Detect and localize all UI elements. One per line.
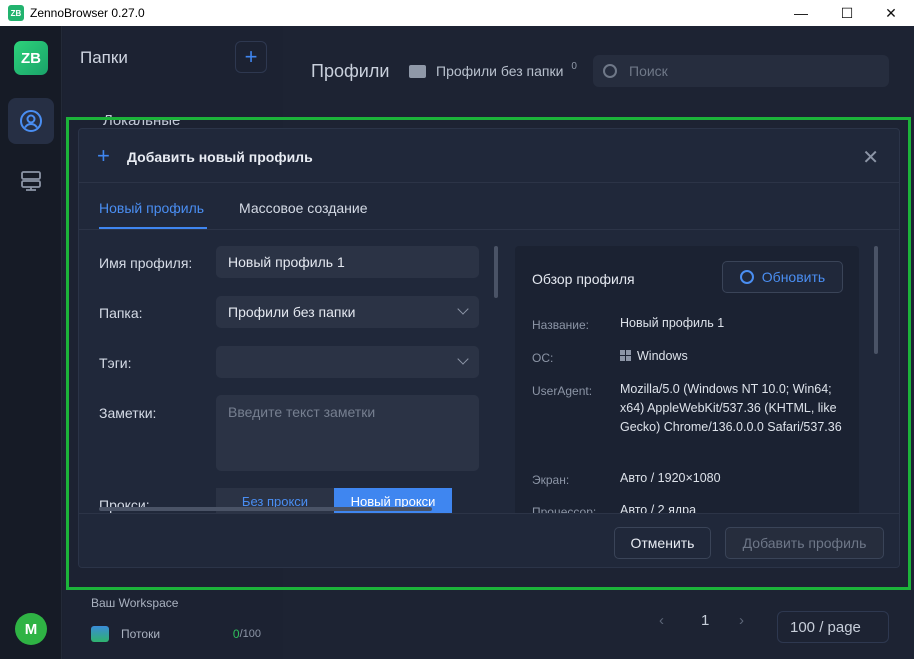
dialog-header: + Добавить новый профиль ✕ (79, 129, 899, 183)
tags-select[interactable] (216, 346, 479, 378)
search-placeholder: Поиск (629, 63, 668, 79)
window-titlebar: ZB ZennoBrowser 0.27.0 — ☐ ✕ (0, 0, 914, 26)
plus-icon: + (97, 143, 110, 168)
overview-value-os: Windows (620, 347, 850, 366)
current-folder[interactable]: Профили без папки 0 (409, 60, 577, 82)
overview-value-useragent: Mozilla/5.0 (Windows NT 10.0; Win64; x64… (620, 382, 842, 434)
os-value: Windows (637, 349, 688, 363)
folder-label: Папка: (99, 305, 143, 321)
page-prev-button[interactable]: ‹ (659, 612, 664, 629)
tab-new-profile[interactable]: Новый профиль (99, 200, 204, 216)
profile-name-field[interactable]: Новый профиль 1 (216, 246, 479, 278)
profile-overview-panel: Обзор профиля Обновить Название: Новый п… (515, 246, 859, 516)
chevron-down-icon (457, 353, 469, 365)
window-title: ZennoBrowser 0.27.0 (30, 6, 145, 20)
active-tab-indicator (99, 227, 207, 229)
page-next-button[interactable]: › (739, 612, 744, 629)
folder-icon (409, 64, 426, 78)
tags-label: Тэги: (99, 355, 132, 371)
overview-scrollbar[interactable] (874, 246, 878, 354)
left-rail: ZB M (0, 26, 62, 659)
dialog-title: Добавить новый профиль (127, 149, 313, 165)
folders-title: Папки (80, 48, 128, 67)
refresh-button[interactable]: Обновить (722, 261, 843, 293)
notes-label: Заметки: (99, 405, 157, 421)
zb-logo-icon[interactable]: ZB (14, 41, 48, 75)
app-logo-icon: ZB (8, 5, 24, 21)
proxy-nav-icon[interactable] (8, 158, 54, 204)
folder-select[interactable]: Профили без папки (216, 296, 479, 328)
profile-name-label: Имя профиля: (99, 255, 193, 271)
tab-bulk-create[interactable]: Массовое создание (239, 200, 367, 216)
add-folder-button[interactable]: + (235, 41, 267, 73)
cancel-button[interactable]: Отменить (614, 527, 711, 559)
page-size-value: 100 / page (790, 618, 861, 636)
profile-name-value: Новый профиль 1 (228, 254, 345, 270)
add-profile-dialog: + Добавить новый профиль ✕ Новый профиль… (78, 128, 900, 568)
overview-key-name: Название: (532, 318, 589, 332)
page-size-select[interactable]: 100 / page (777, 611, 889, 643)
add-profile-button[interactable]: Добавить профиль (725, 527, 884, 559)
overview-key-useragent: UserAgent: (532, 384, 593, 398)
overview-key-screen: Экран: (532, 473, 570, 487)
maximize-button[interactable]: ☐ (824, 0, 870, 26)
refresh-label: Обновить (761, 269, 826, 285)
profiles-nav-icon[interactable] (8, 98, 54, 144)
dialog-footer: Отменить Добавить профиль (79, 513, 899, 567)
close-icon[interactable]: ✕ (862, 145, 879, 170)
overview-value-name: Новый профиль 1 (620, 316, 725, 330)
form-scrollbar[interactable] (494, 246, 498, 298)
user-circle-icon (20, 110, 42, 132)
form-horizontal-scrollbar[interactable] (99, 507, 432, 511)
chevron-down-icon (457, 303, 469, 315)
workspace-label: Ваш Workspace (91, 596, 179, 610)
streams-total: /100 (239, 628, 261, 640)
search-input[interactable]: Поиск (593, 55, 889, 87)
windows-icon (620, 350, 631, 361)
search-icon (603, 64, 617, 78)
streams-counter: Потоки 0 /100 (91, 618, 261, 650)
page-number[interactable]: 1 (701, 612, 709, 629)
current-folder-label: Профили без папки (436, 63, 564, 79)
overview-value-screen: Авто / 1920×1080 (620, 471, 721, 485)
server-icon (21, 171, 41, 191)
overview-title: Обзор профиля (532, 271, 635, 287)
folder-count: 0 (571, 60, 577, 72)
fingerprint-icon (739, 270, 754, 284)
streams-icon (91, 626, 109, 642)
notes-field[interactable]: Введите текст заметки (216, 395, 479, 471)
folder-select-value: Профили без папки (228, 304, 356, 320)
overview-key-os: ОС: (532, 351, 554, 365)
streams-count: 0 (232, 627, 240, 641)
streams-label: Потоки (121, 627, 161, 641)
page-title: Профили (311, 61, 390, 81)
avatar[interactable]: M (15, 613, 47, 645)
minimize-button[interactable]: — (778, 0, 824, 26)
close-window-button[interactable]: ✕ (868, 0, 914, 26)
dialog-tabs: Новый профиль Массовое создание (79, 184, 899, 230)
